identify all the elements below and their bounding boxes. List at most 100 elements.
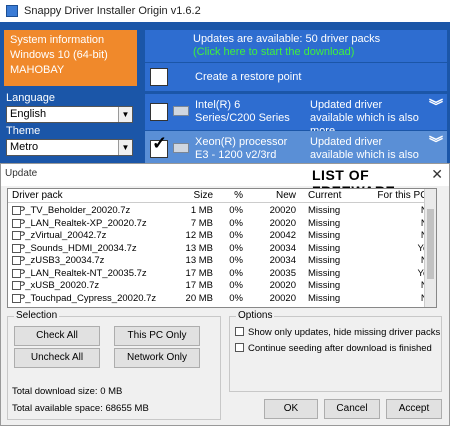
close-icon[interactable]: ✕ bbox=[431, 166, 443, 183]
pack-current: Missing bbox=[308, 280, 368, 291]
app-icon bbox=[6, 5, 18, 17]
row-checkbox[interactable] bbox=[12, 281, 21, 290]
check-all-button[interactable]: Check All bbox=[14, 326, 100, 346]
col-driver-pack[interactable]: Driver pack bbox=[12, 190, 63, 201]
chevron-down-icon[interactable]: ▼ bbox=[118, 107, 132, 122]
pack-new: 20042 bbox=[253, 230, 296, 241]
pack-size: 13 MB bbox=[173, 243, 213, 254]
pack-name[interactable]: DP_TV_Beholder_20020.7z bbox=[12, 205, 130, 216]
restore-point-checkbox[interactable] bbox=[150, 68, 168, 86]
updates-banner[interactable]: Updates are available: 50 driver packs (… bbox=[145, 30, 447, 62]
col-current[interactable]: Current bbox=[308, 190, 368, 201]
this-pc-only-button[interactable]: This PC Only bbox=[114, 326, 200, 346]
table-row[interactable]: DP_zUSB3_20034.7z13 MB0%20034MissingNo bbox=[8, 254, 436, 266]
row-checkbox[interactable] bbox=[12, 293, 21, 303]
pack-percent-text: 0% bbox=[229, 205, 243, 216]
pack-percent: 0% bbox=[213, 230, 243, 241]
pack-name[interactable]: DP_zUSB3_20034.7z bbox=[12, 255, 104, 266]
col-new[interactable]: New bbox=[253, 190, 296, 201]
computer-name: MAHOBAY bbox=[10, 64, 65, 76]
cancel-button[interactable]: Cancel bbox=[324, 399, 380, 419]
option-continue-seeding[interactable]: Continue seeding after download is finis… bbox=[235, 343, 432, 354]
window-title: Snappy Driver Installer Origin v1.6.2 bbox=[24, 5, 201, 17]
dialog-title: Update bbox=[5, 168, 38, 179]
row-checkbox[interactable] bbox=[12, 243, 21, 253]
pack-name[interactable]: DP_Sounds_HDMI_20034.7z bbox=[12, 243, 137, 254]
network-only-button[interactable]: Network Only bbox=[114, 348, 200, 368]
options-label: Options bbox=[236, 310, 275, 321]
row-checkbox[interactable] bbox=[12, 268, 21, 278]
pack-name[interactable]: DP_xUSB_20020.7z bbox=[12, 280, 99, 291]
option-show-only-updates[interactable]: Show only updates, hide missing driver p… bbox=[235, 327, 440, 338]
pack-size-text: 1 MB bbox=[190, 205, 213, 216]
checkmark-icon: ✓ bbox=[152, 133, 168, 153]
pack-name-text: DP_LAN_Realtek-NT_20035.7z bbox=[12, 267, 147, 279]
checkbox[interactable] bbox=[235, 327, 244, 336]
driver-pack-list[interactable]: Driver pack Size % New Current For this … bbox=[7, 188, 437, 308]
option-label: Show only updates, hide missing driver p… bbox=[248, 327, 441, 338]
options-group: Options Show only updates, hide missing … bbox=[229, 310, 442, 392]
table-row[interactable]: DP_xUSB_20020.7z17 MB0%20020MissingNo bbox=[8, 279, 436, 291]
language-value: English bbox=[10, 108, 47, 120]
col-percent[interactable]: % bbox=[213, 190, 243, 201]
pack-percent-text: 0% bbox=[229, 217, 243, 229]
row-checkbox[interactable] bbox=[12, 218, 21, 228]
system-info-title: System information bbox=[10, 34, 105, 46]
table-row[interactable]: DP_LAN_Realtek-XP_20020.7z 7 MB 0% 20020 Mis… bbox=[8, 217, 436, 229]
pack-current-text: Missing bbox=[308, 230, 341, 241]
pack-size: 1 MB bbox=[173, 205, 213, 216]
scrollbar-thumb[interactable] bbox=[427, 209, 434, 279]
pack-percent-text: 0% bbox=[229, 230, 243, 241]
option-label: Continue seeding after download is finis… bbox=[248, 343, 432, 354]
table-row[interactable]: DP_TV_Beholder_20020.7z 1 MB 0% 20020 Missin… bbox=[8, 204, 436, 216]
row-checkbox[interactable] bbox=[12, 256, 21, 265]
row-checkbox[interactable] bbox=[12, 231, 21, 240]
driver-checkbox[interactable] bbox=[150, 103, 168, 121]
vertical-scrollbar[interactable] bbox=[424, 189, 436, 307]
chevron-down-icon[interactable]: ▼ bbox=[118, 140, 132, 155]
pack-new: 20020 bbox=[253, 293, 296, 304]
driver-checkbox[interactable]: ✓ bbox=[150, 133, 168, 158]
pack-new-text: 20020 bbox=[269, 292, 296, 304]
driver-item[interactable]: ✓ Xeon(R) processor E3 - 1200 v2/3rd Upd… bbox=[145, 131, 447, 174]
uncheck-all-button[interactable]: Uncheck All bbox=[14, 348, 100, 368]
updates-link[interactable]: (Click here to start the download) bbox=[193, 46, 439, 59]
pack-name-text: DP_xUSB_20020.7z bbox=[12, 280, 100, 291]
ok-button[interactable]: OK bbox=[264, 399, 318, 419]
table-row[interactable]: DP_LAN_Realtek-NT_20035.7z 17 MB 0% 20035 Mi… bbox=[8, 267, 436, 279]
pack-name[interactable]: DP_LAN_Realtek-NT_20035.7z bbox=[12, 268, 147, 279]
pack-size: 17 MB bbox=[173, 268, 213, 279]
pack-new: 20020 bbox=[253, 280, 296, 291]
list-header: Driver pack Size % New Current For this … bbox=[8, 189, 436, 203]
chevron-double-down-icon[interactable]: ︾ bbox=[429, 99, 443, 113]
pack-percent: 0% bbox=[213, 205, 243, 216]
pack-name[interactable]: DP_LAN_Realtek-XP_20020.7z bbox=[12, 218, 147, 229]
pack-size: 7 MB bbox=[173, 218, 213, 229]
pack-current: Missing bbox=[308, 230, 368, 241]
driver-item[interactable]: Intel(R) 6 Series/C200 Series Updated dr… bbox=[145, 94, 447, 137]
pack-name[interactable]: DP_Touchpad_Cypress_20020.7z bbox=[12, 293, 156, 304]
pack-current: Missing bbox=[308, 255, 368, 266]
pack-size: 12 MB bbox=[173, 230, 213, 241]
pack-name-text: DP_LAN_Realtek-XP_20020.7z bbox=[12, 217, 147, 229]
theme-label: Theme bbox=[6, 125, 41, 137]
pack-size-text: 7 MB bbox=[190, 217, 213, 229]
col-size[interactable]: Size bbox=[173, 190, 213, 201]
restore-point-item[interactable]: Create a restore point bbox=[145, 63, 447, 91]
row-checkbox[interactable] bbox=[12, 206, 21, 215]
chevron-double-down-icon[interactable]: ︾ bbox=[429, 136, 443, 150]
pack-name[interactable]: DP_zVirtual_20042.7z bbox=[12, 230, 106, 241]
language-select[interactable]: English ▼ bbox=[6, 106, 133, 123]
theme-select[interactable]: Metro ▼ bbox=[6, 139, 133, 156]
driver-name: Intel(R) 6 Series/C200 Series bbox=[195, 99, 290, 124]
pack-new: 20020 bbox=[253, 205, 296, 216]
pack-current: Missing bbox=[308, 205, 368, 216]
system-info-panel[interactable]: System information Windows 10 (64-bit) M… bbox=[4, 30, 137, 86]
table-row[interactable]: DP_zVirtual_20042.7z12 MB0%20042MissingN… bbox=[8, 229, 436, 241]
pack-percent-text: 0% bbox=[229, 280, 243, 291]
pack-size: 20 MB bbox=[173, 293, 213, 304]
table-row[interactable]: DP_Touchpad_Cypress_20020.7z 20 MB 0% 20020… bbox=[8, 292, 436, 304]
table-row[interactable]: DP_Sounds_HDMI_20034.7z 13 MB 0% 20034 Missi… bbox=[8, 242, 436, 254]
checkbox[interactable] bbox=[235, 343, 244, 352]
accept-button[interactable]: Accept bbox=[386, 399, 442, 419]
